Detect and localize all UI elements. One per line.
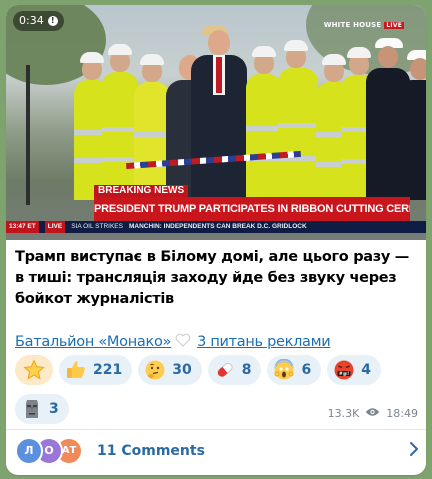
worker-figure: [102, 44, 138, 200]
reaction-thumbs-up[interactable]: 221: [59, 355, 133, 385]
reaction-count: 3: [49, 401, 59, 417]
worker-figure: [134, 54, 170, 200]
comments-button[interactable]: Л О АТ 11 Comments: [15, 435, 419, 467]
reaction-pill[interactable]: 8: [207, 355, 262, 385]
star-icon: [23, 359, 45, 381]
avatar: Л: [15, 437, 43, 465]
post-text: Трамп виступає в Білому домі, але цього …: [15, 249, 409, 307]
chyron-headline: PRESIDENT TRUMP PARTICIPATES IN RIBBON C…: [94, 197, 410, 221]
reaction-count: 30: [172, 362, 192, 378]
chevron-right-icon: [409, 441, 419, 461]
white-heart-icon: [175, 333, 191, 351]
reaction-angry-swear[interactable]: #@! 4: [327, 355, 381, 385]
news-ticker: 13:47 ET LIVE SIA OIL STRIKES MANCHIN: I…: [6, 221, 426, 233]
ticker-text: SIA OIL STRIKES: [71, 223, 123, 230]
reaction-count: 4: [361, 362, 371, 378]
reaction-scream[interactable]: 6: [267, 355, 322, 385]
reaction-thinking[interactable]: 30: [138, 355, 202, 385]
reaction-moai[interactable]: 3: [15, 394, 69, 424]
ticker-time: 13:47 ET: [6, 221, 39, 233]
breaking-news-tag: BREAKING NEWS: [94, 185, 189, 197]
live-badge: LIVE: [384, 21, 404, 29]
video-player[interactable]: 0:34 ! WHITE HOUSE LIVE BREAKING NEWS PR…: [6, 5, 426, 240]
message-bubble: 0:34 ! WHITE HOUSE LIVE BREAKING NEWS PR…: [6, 5, 426, 475]
comments-divider: [6, 429, 426, 430]
ads-link[interactable]: 3 питань реклами: [197, 334, 331, 350]
channel-link[interactable]: Батальйон «Монако»: [15, 334, 171, 350]
screaming-face-icon: [273, 358, 295, 381]
eye-icon: [365, 407, 380, 420]
video-scene: [6, 26, 426, 200]
ticker-network: LIVE: [44, 221, 66, 233]
post-links: Батальйон «Монако» 3 питань реклами: [15, 333, 331, 351]
worker-figure: [278, 40, 318, 200]
angry-swear-face-icon: #@!: [333, 359, 355, 381]
reactions-bar: 221 30 8 6 #@! 4 3: [15, 355, 415, 433]
reaction-star[interactable]: [15, 355, 53, 385]
post-time: 18:49: [386, 407, 418, 420]
comments-label: 11 Comments: [97, 443, 205, 459]
watermark-text: WHITE HOUSE: [323, 21, 382, 29]
video-duration-badge: 0:34 !: [13, 11, 64, 31]
thinking-face-icon: [144, 359, 166, 381]
pill-icon: [214, 359, 236, 381]
svg-text:#@!: #@!: [339, 371, 349, 377]
moai-icon: [21, 398, 43, 420]
info-icon: !: [47, 16, 58, 26]
views-count: 13.3K: [327, 407, 360, 420]
officer-figure: [398, 50, 426, 200]
duration-text: 0:34: [19, 14, 44, 27]
speaker-figure: [191, 26, 247, 200]
reaction-count: 221: [93, 362, 123, 378]
post-meta: 13.3K 18:49: [328, 407, 418, 420]
commenter-avatars: Л О АТ: [15, 437, 87, 465]
worker-figure: [246, 46, 282, 200]
broadcast-watermark: WHITE HOUSE LIVE: [324, 21, 404, 29]
ticker-text: MANCHIN: INDEPENDENTS CAN BREAK D.C. GRI…: [128, 223, 307, 230]
thumbs-up-icon: [65, 359, 87, 381]
reaction-count: 8: [241, 362, 252, 378]
reaction-count: 6: [301, 362, 312, 378]
